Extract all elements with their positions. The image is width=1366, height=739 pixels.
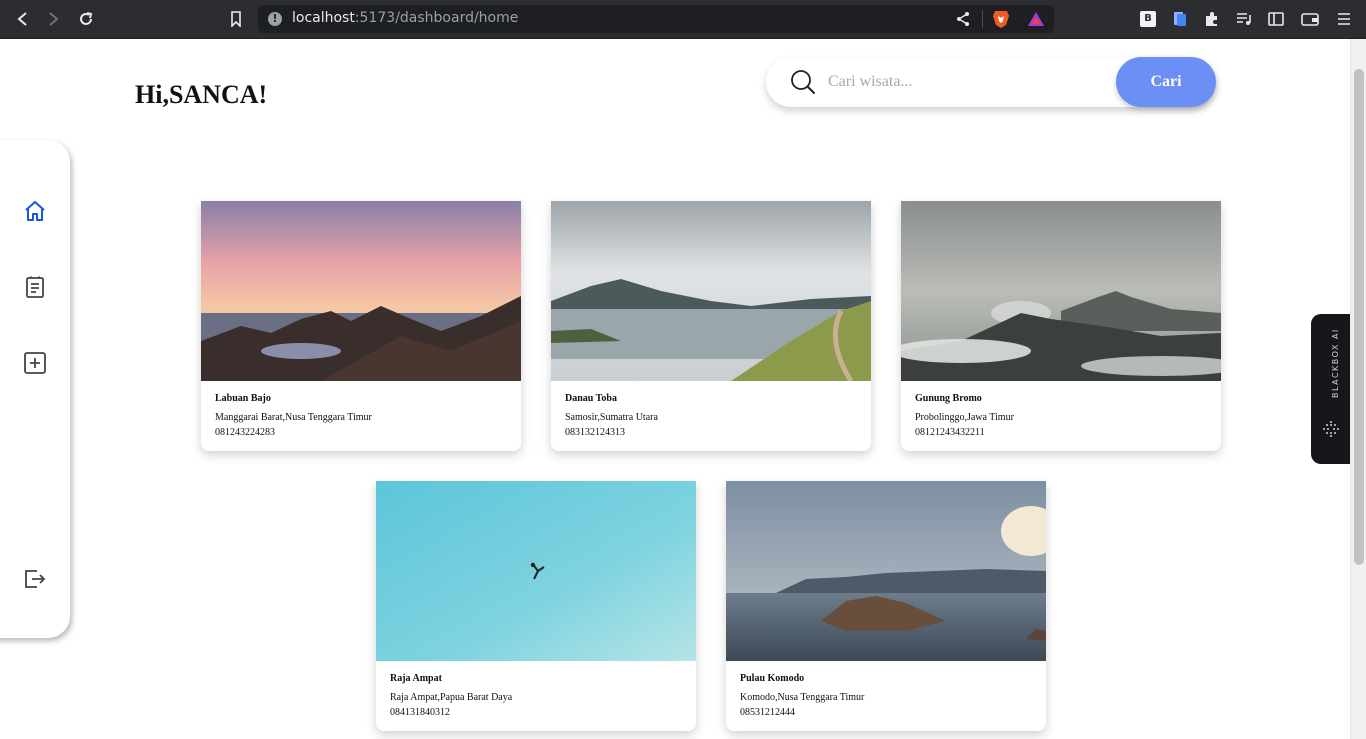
destination-phone: 081243224283 (215, 427, 275, 438)
blackbox-logo-icon (1323, 421, 1339, 437)
page-scrollbar[interactable] (1350, 39, 1366, 739)
destination-location: Raja Ampat,Papua Barat Daya (390, 692, 513, 703)
wallet-icon[interactable] (1300, 9, 1320, 29)
extensions-puzzle-icon[interactable] (1202, 9, 1222, 29)
destination-location: Samosir,Sumatra Utara (565, 412, 658, 423)
forward-icon[interactable] (44, 9, 64, 29)
destination-phone: 084131840312 (390, 707, 450, 718)
destination-card-labuan-bajo[interactable]: Labuan Bajo Manggarai Barat,Nusa Tenggar… (201, 201, 521, 451)
destination-card-danau-toba[interactable]: Danau Toba Samosir,Sumatra Utara 0831321… (551, 201, 871, 451)
destination-name: Pulau Komodo (740, 673, 805, 684)
dashboard-page: Hi,SANCA! Cari Labuan (0, 39, 1350, 739)
destination-name: Raja Ampat (390, 673, 442, 684)
destination-photo (201, 201, 521, 381)
reload-icon[interactable] (76, 9, 96, 29)
destination-name: Danau Toba (565, 393, 617, 404)
search-icon (791, 70, 815, 94)
sidebar-toggle-icon[interactable] (1266, 9, 1286, 29)
clipboard-icon[interactable] (23, 275, 47, 299)
destination-phone: 083132124313 (565, 427, 625, 438)
search-button[interactable]: Cari (1116, 57, 1216, 107)
destination-card-gunung-bromo[interactable]: Gunung Bromo Probolinggo,Jawa Timur 0812… (901, 201, 1221, 451)
home-icon[interactable] (23, 199, 47, 223)
bookmark-icon[interactable] (226, 9, 246, 29)
destination-location: Komodo,Nusa Tenggara Timur (740, 692, 865, 703)
scrollbar-thumb[interactable] (1354, 69, 1364, 565)
back-icon[interactable] (12, 9, 32, 29)
extension-docs-icon[interactable] (1170, 9, 1190, 29)
search-input[interactable] (828, 67, 1108, 97)
url-text: localhost:5173/dashboard/home (292, 10, 519, 26)
destination-phone: 08531212444 (740, 707, 795, 718)
destination-card-pulau-komodo[interactable]: Pulau Komodo Komodo,Nusa Tenggara Timur … (726, 481, 1046, 731)
destination-card-raja-ampat[interactable]: Raja Ampat Raja Ampat,Papua Barat Daya 0… (376, 481, 696, 731)
add-square-icon[interactable] (23, 351, 47, 375)
destination-photo (376, 481, 696, 661)
playlist-icon[interactable] (1234, 9, 1254, 29)
extension-b-icon[interactable]: B (1138, 9, 1158, 29)
logout-icon[interactable] (23, 567, 47, 591)
sidebar (0, 140, 70, 638)
blackbox-ai-label: BLACKBOX AI (1331, 328, 1340, 398)
destination-photo (551, 201, 871, 381)
destination-photo (901, 201, 1221, 381)
destination-name: Labuan Bajo (215, 393, 271, 404)
brave-rewards-icon[interactable] (1026, 9, 1046, 29)
destination-location: Probolinggo,Jawa Timur (915, 412, 1014, 423)
greeting-heading: Hi,SANCA! (135, 80, 268, 109)
destination-name: Gunung Bromo (915, 393, 982, 404)
address-bar[interactable]: ! localhost:5173/dashboard/home (258, 5, 1054, 33)
menu-icon[interactable] (1334, 9, 1354, 29)
destination-photo (726, 481, 1046, 661)
destination-location: Manggarai Barat,Nusa Tenggara Timur (215, 412, 372, 423)
site-info-icon[interactable]: ! (268, 12, 282, 26)
search-bar: Cari (766, 57, 1216, 107)
destination-phone: 08121243432211 (915, 427, 985, 438)
share-icon[interactable] (953, 9, 973, 29)
brave-shield-icon[interactable] (991, 9, 1011, 29)
browser-toolbar: ! localhost:5173/dashboard/home B (0, 0, 1366, 39)
blackbox-ai-tab[interactable]: BLACKBOX AI (1311, 314, 1350, 464)
